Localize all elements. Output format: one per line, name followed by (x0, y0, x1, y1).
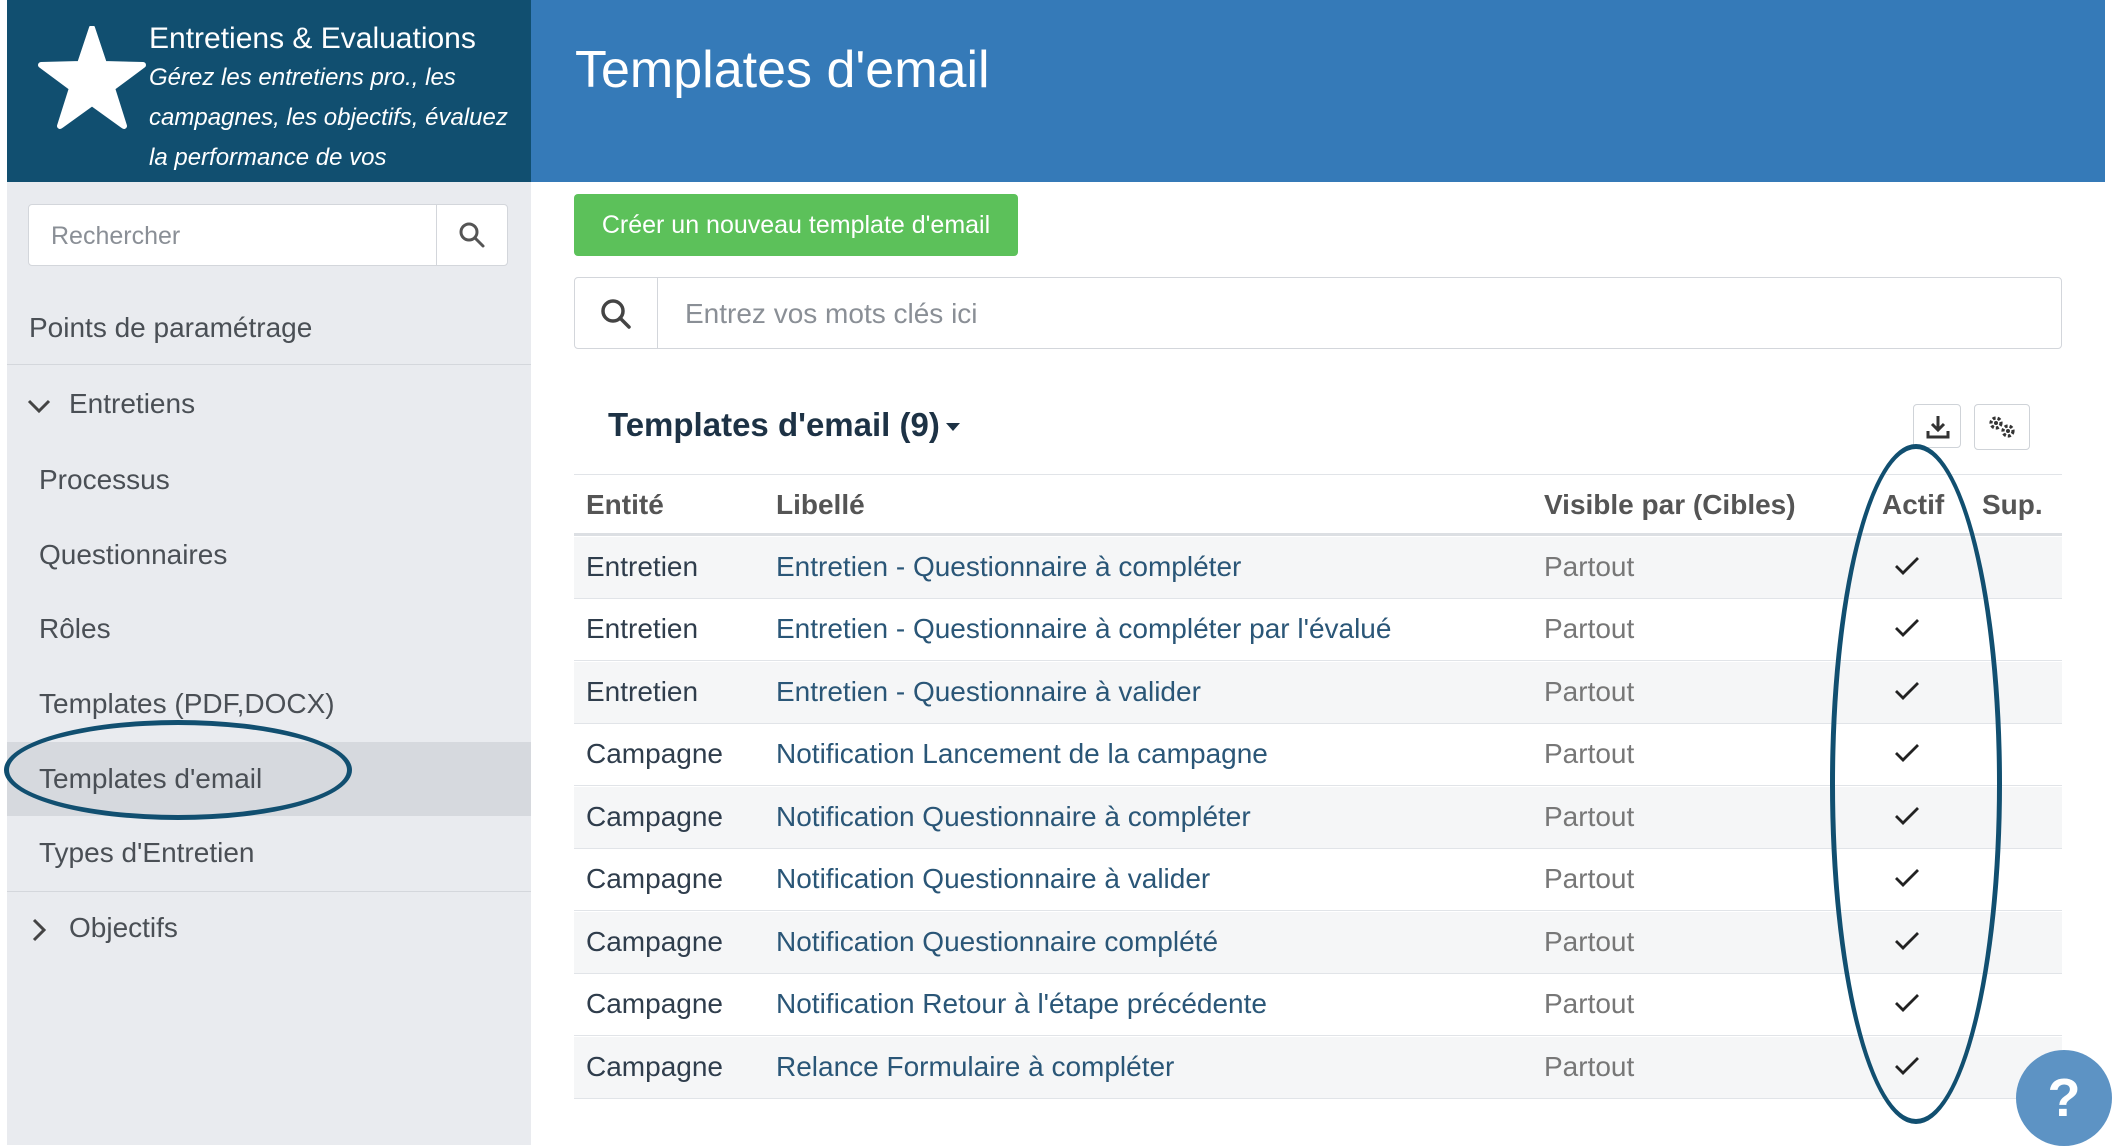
sidebar-item-types-entretien[interactable]: Types d'Entretien (7, 816, 531, 890)
sidebar: Rechercher Points de paramétrage Entreti… (7, 182, 531, 1145)
cell-visible: Partout (1544, 738, 1635, 769)
cell-entite: Entretien (586, 676, 699, 707)
caret-down-icon (945, 423, 960, 432)
sidebar-item-processus[interactable]: Processus (7, 443, 531, 517)
cell-visible: Partout (1544, 676, 1635, 707)
cell-libelle[interactable]: Notification Questionnaire à valider (776, 863, 1210, 895)
search-icon (601, 299, 631, 329)
cell-libelle[interactable]: Notification Lancement de la campagne (776, 738, 1268, 770)
cell-libelle[interactable]: Notification Questionnaire à compléter (776, 801, 1251, 833)
sidebar-group-objectifs[interactable]: Objectifs (27, 912, 178, 944)
cell-libelle[interactable]: Notification Retour à l'étape précédente (776, 988, 1267, 1020)
sidebar-item-roles[interactable]: Rôles (7, 592, 531, 666)
sidebar-divider (7, 891, 531, 892)
sidebar-search-button[interactable] (436, 205, 507, 265)
column-header-sup[interactable]: Sup. (1982, 489, 2043, 521)
cell-visible: Partout (1544, 801, 1635, 832)
sidebar-section-title: Points de paramétrage (29, 312, 313, 343)
app-title: Entretiens & Evaluations (149, 22, 476, 55)
search-icon (459, 222, 485, 248)
table-row[interactable]: Entretien Entretien - Questionnaire à co… (574, 537, 2062, 599)
cell-entite: Entretien (586, 613, 699, 644)
create-email-template-button[interactable]: Créer un nouveau template d'email (574, 194, 1018, 256)
main-search-icon-box (575, 278, 658, 348)
download-icon (1926, 416, 1950, 439)
sidebar-group-entretiens[interactable]: Entretiens (27, 388, 195, 420)
column-header-libelle[interactable]: Libellé (776, 489, 865, 521)
cell-visible: Partout (1544, 551, 1635, 582)
cell-libelle[interactable]: Entretien - Questionnaire à compléter pa… (776, 613, 1391, 645)
list-title-text: Templates d'email (9) (608, 406, 940, 443)
sidebar-search: Rechercher (28, 204, 508, 266)
sidebar-divider (7, 364, 531, 365)
gears-icon (1989, 416, 2015, 438)
cell-visible: Partout (1544, 1051, 1635, 1082)
column-header-entite[interactable]: Entité (586, 489, 664, 521)
main-search-input[interactable]: Entrez vos mots clés ici (685, 298, 978, 330)
cell-entite: Campagne (586, 926, 723, 957)
table-row[interactable]: Campagne Relance Formulaire à compléter … (574, 1037, 2062, 1099)
table-row[interactable]: Campagne Notification Retour à l'étape p… (574, 974, 2062, 1036)
settings-button[interactable] (1974, 404, 2030, 450)
sidebar-group-label: Objectifs (69, 912, 178, 943)
app-description: Gérez les entretiens pro., les campagnes… (149, 64, 508, 171)
cell-libelle[interactable]: Entretien - Questionnaire à valider (776, 676, 1201, 708)
column-header-visible[interactable]: Visible par (Cibles) (1544, 489, 1796, 521)
app-brand: Entretiens & Evaluations Gérez les entre… (7, 0, 531, 182)
help-button[interactable]: ? (2016, 1050, 2112, 1146)
star-icon (38, 26, 146, 129)
cell-entite: Campagne (586, 988, 723, 1019)
highlight-oval-nav (4, 720, 352, 820)
table-header: Entité Libellé Visible par (Cibles) Acti… (574, 474, 2062, 536)
export-button[interactable] (1913, 404, 1961, 448)
cell-entite: Campagne (586, 863, 723, 894)
cell-visible: Partout (1544, 613, 1635, 644)
cell-libelle[interactable]: Notification Questionnaire complété (776, 926, 1218, 958)
chevron-down-icon (27, 399, 51, 413)
sidebar-item-questionnaires[interactable]: Questionnaires (7, 518, 531, 592)
sidebar-search-input[interactable]: Rechercher (51, 222, 180, 251)
cell-visible: Partout (1544, 926, 1635, 957)
sidebar-group-label: Entretiens (69, 388, 196, 419)
chevron-right-icon (32, 918, 47, 941)
cell-entite: Campagne (586, 1051, 723, 1082)
cell-libelle[interactable]: Relance Formulaire à compléter (776, 1051, 1174, 1083)
page-title: Templates d'email (575, 41, 990, 99)
cell-visible: Partout (1544, 863, 1635, 894)
cell-entite: Campagne (586, 801, 723, 832)
cell-entite: Campagne (586, 738, 723, 769)
page-header: Templates d'email (531, 0, 2105, 182)
cell-entite: Entretien (586, 551, 699, 582)
cell-visible: Partout (1544, 988, 1635, 1019)
list-title[interactable]: Templates d'email (9) (608, 406, 960, 444)
main-search: Entrez vos mots clés ici (574, 277, 2062, 349)
cell-libelle[interactable]: Entretien - Questionnaire à compléter (776, 551, 1241, 583)
highlight-oval-actif (1830, 444, 2002, 1124)
